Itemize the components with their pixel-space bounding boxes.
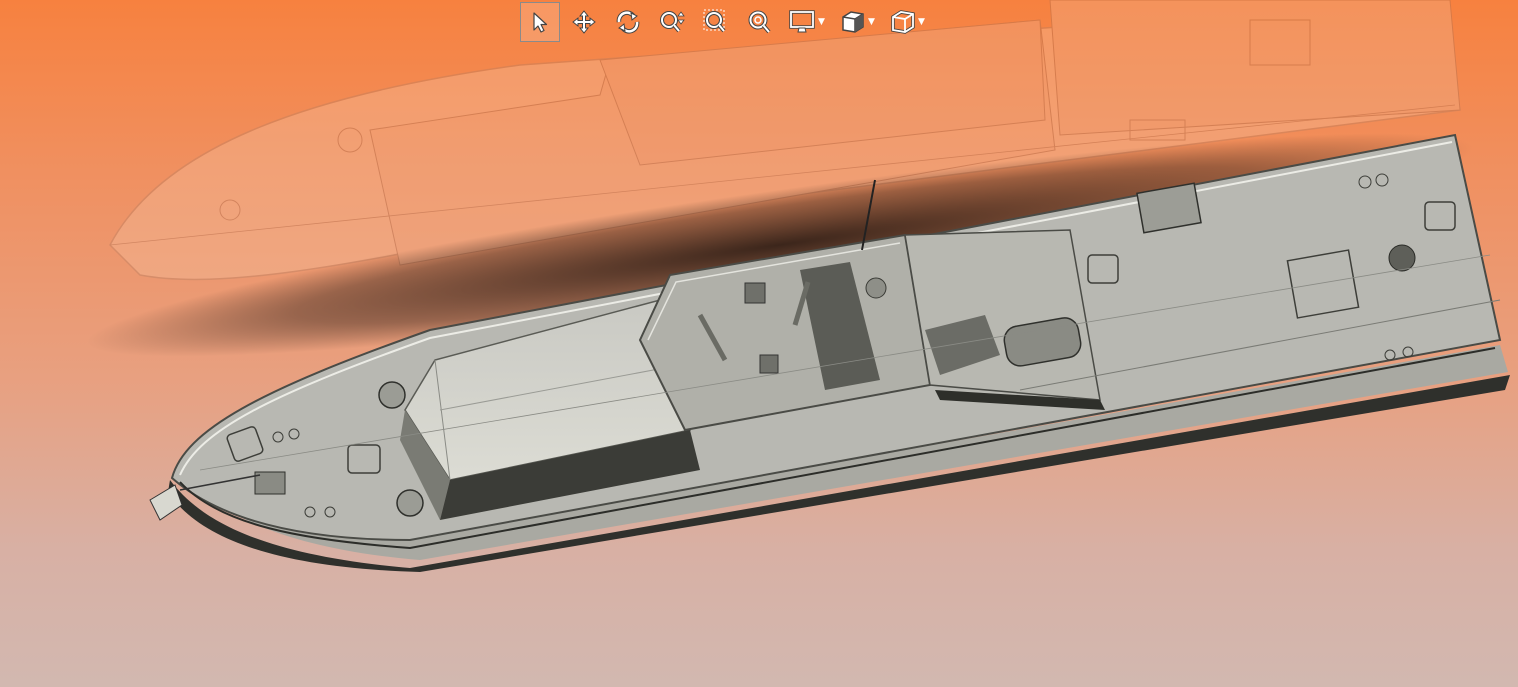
3d-viewport[interactable]: ▼ ▼ ▼ <box>0 0 1518 687</box>
zoom-tool-button[interactable] <box>652 2 692 42</box>
searchlight <box>865 277 887 299</box>
aft-vent <box>1388 244 1416 272</box>
move-arrows-icon <box>572 10 596 34</box>
display-mode-menu-button[interactable]: ▼ <box>784 2 830 42</box>
chevron-down-icon: ▼ <box>868 17 875 27</box>
zoom-fit-icon <box>748 10 771 34</box>
rotate-tool-button[interactable] <box>608 2 648 42</box>
chevron-down-icon: ▼ <box>918 17 925 27</box>
view-orientation-menu-button[interactable]: ▼ <box>884 2 930 42</box>
shaded-cube-icon <box>842 11 864 33</box>
chevron-down-icon: ▼ <box>818 17 825 27</box>
bow-winch <box>378 381 406 409</box>
pan-tool-button[interactable] <box>564 2 604 42</box>
zoom-window-icon <box>703 9 726 33</box>
bow-anchor <box>149 484 183 521</box>
select-tool-button[interactable] <box>520 2 560 42</box>
aft-cabin[interactable] <box>904 229 1101 401</box>
wire-cube-icon <box>891 10 915 34</box>
zoom-updown-icon <box>660 11 685 33</box>
viewer-toolbar: ▼ ▼ ▼ <box>520 0 930 44</box>
3d-model-canvas[interactable] <box>0 0 1518 687</box>
monitor-icon <box>789 10 815 33</box>
render-mode-menu-button[interactable]: ▼ <box>834 2 880 42</box>
rotate-icon <box>616 10 640 34</box>
zoom-fit-tool-button[interactable] <box>740 2 780 42</box>
cursor-arrow-icon <box>533 12 548 33</box>
zoom-window-tool-button[interactable] <box>696 2 736 42</box>
